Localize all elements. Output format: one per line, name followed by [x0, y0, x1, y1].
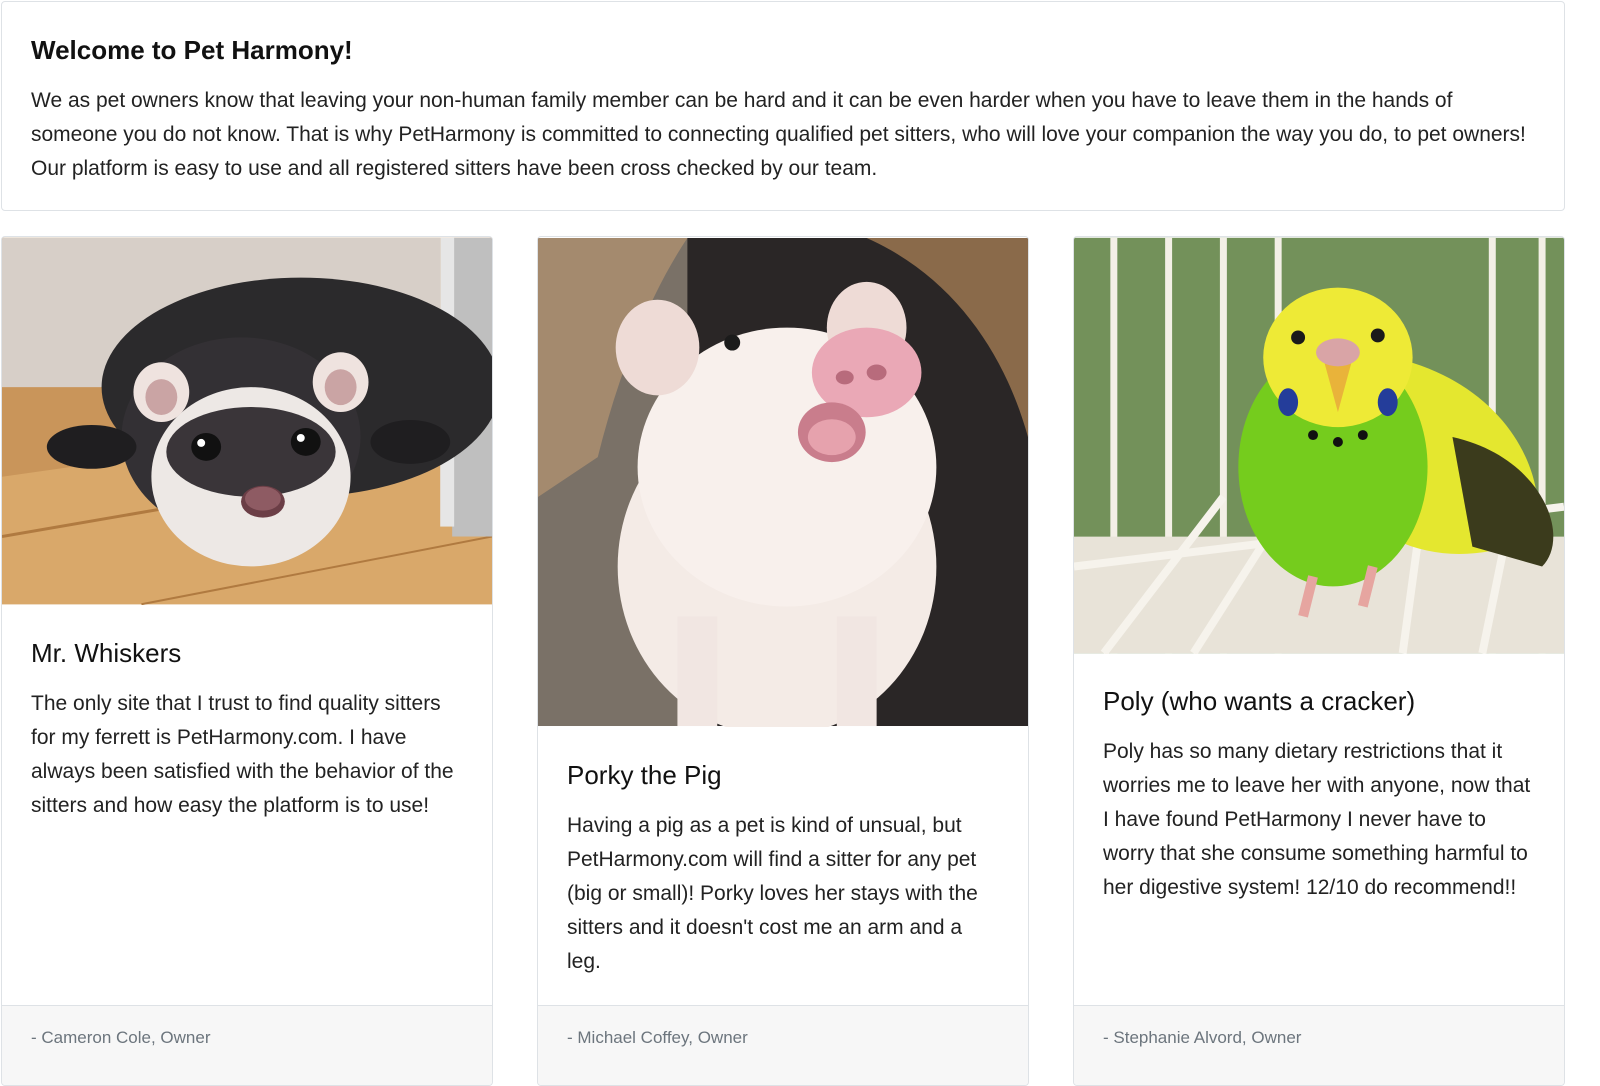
testimonial-card-ferret: Mr. Whiskers The only site that I trust …: [1, 236, 493, 1086]
card-body: Mr. Whiskers The only site that I trust …: [31, 637, 463, 823]
card-footer: - Stephanie Alvord, Owner: [1074, 1005, 1564, 1085]
card-footer: - Cameron Cole, Owner: [2, 1005, 492, 1085]
welcome-title: Welcome to Pet Harmony!: [31, 35, 353, 65]
pig-photo: [538, 237, 1028, 727]
testimonial-card-parakeet: Poly (who wants a cracker) Poly has so m…: [1073, 236, 1565, 1086]
welcome-text: We as pet owners know that leaving your …: [31, 89, 1526, 180]
card-text: Poly has so many dietary restrictions th…: [1103, 740, 1531, 899]
parakeet-photo: [1074, 237, 1564, 654]
card-text: Having a pig as a pet is kind of unsual,…: [567, 814, 978, 973]
testimonial-card-pig: Porky the Pig Having a pig as a pet is k…: [537, 236, 1029, 1086]
welcome-card: Welcome to Pet Harmony! We as pet owners…: [1, 1, 1565, 211]
card-body: Poly (who wants a cracker) Poly has so m…: [1103, 685, 1535, 905]
ferret-photo: [2, 237, 492, 605]
card-text: The only site that I trust to find quali…: [31, 692, 454, 817]
card-title: Porky the Pig: [567, 760, 722, 790]
card-title: Mr. Whiskers: [31, 638, 182, 668]
card-footer: - Michael Coffey, Owner: [538, 1005, 1028, 1085]
card-title: Poly (who wants a cracker): [1103, 686, 1416, 716]
card-body: Porky the Pig Having a pig as a pet is k…: [567, 759, 999, 979]
